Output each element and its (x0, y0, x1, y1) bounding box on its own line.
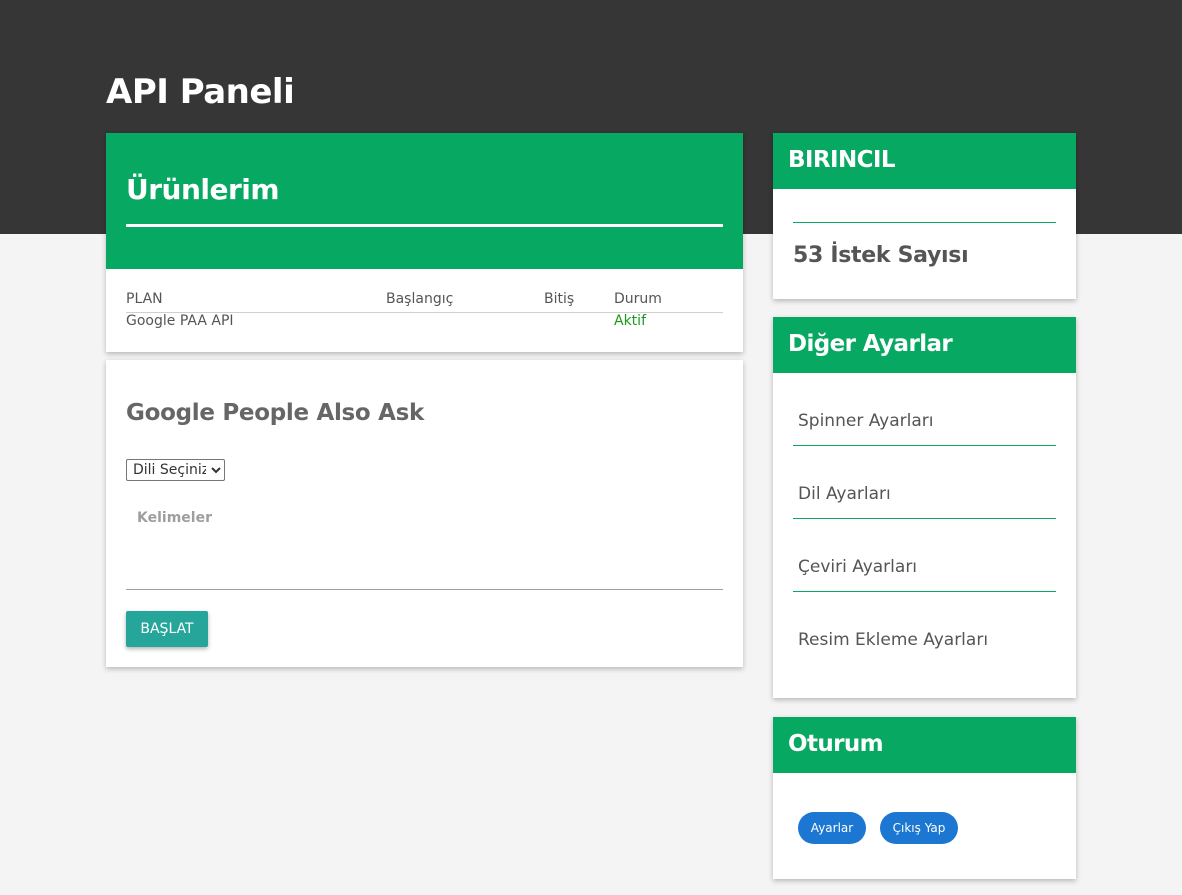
column-header-start: Başlangıç (386, 291, 454, 307)
column-header-end: Bitiş (544, 291, 575, 307)
primary-card: BIRINCIL 53 İstek Sayısı (773, 133, 1076, 299)
paa-title: Google People Also Ask (126, 400, 425, 426)
column-header-plan: PLAN (126, 291, 163, 307)
products-card: Ürünlerim PLAN Başlangıç Bitiş Durum Goo… (106, 133, 743, 352)
products-title: Ürünlerim (126, 173, 280, 206)
logout-button[interactable]: Çıkış Yap (880, 812, 958, 844)
column-header-status: Durum (614, 291, 662, 307)
session-card: Oturum Ayarlar Çıkış Yap (773, 717, 1076, 879)
settings-item-spinner[interactable]: Spinner Ayarları (793, 373, 1056, 446)
start-button[interactable]: BAŞLAT (126, 611, 208, 647)
paa-card: Google People Also Ask Dili Seçiniz BAŞL… (106, 360, 743, 667)
cell-plan: Google PAA API (126, 313, 234, 329)
request-count: 53 İstek Sayısı (793, 243, 969, 268)
products-table: PLAN Başlangıç Bitiş Durum Google PAA AP… (126, 269, 723, 352)
table-header: PLAN Başlangıç Bitiş Durum (126, 291, 723, 313)
products-header: Ürünlerim (106, 133, 743, 269)
settings-item-image[interactable]: Resim Ekleme Ayarları (793, 592, 1056, 665)
page-title: API Paneli (106, 72, 295, 112)
primary-divider (793, 222, 1056, 223)
language-select[interactable]: Dili Seçiniz (126, 459, 225, 481)
settings-menu: Spinner Ayarları Dil Ayarları Çeviri Aya… (793, 373, 1056, 665)
table-row: Google PAA API Aktif (126, 313, 723, 335)
settings-card: Diğer Ayarlar Spinner Ayarları Dil Ayarl… (773, 317, 1076, 698)
header-divider (126, 224, 723, 227)
settings-item-language[interactable]: Dil Ayarları (793, 446, 1056, 519)
settings-button[interactable]: Ayarlar (798, 812, 866, 844)
cell-status: Aktif (614, 313, 646, 329)
settings-title: Diğer Ayarlar (773, 317, 1076, 373)
primary-title: BIRINCIL (773, 133, 1076, 189)
keywords-input[interactable] (126, 502, 723, 590)
session-title: Oturum (773, 717, 1076, 773)
settings-item-translation[interactable]: Çeviri Ayarları (793, 519, 1056, 592)
